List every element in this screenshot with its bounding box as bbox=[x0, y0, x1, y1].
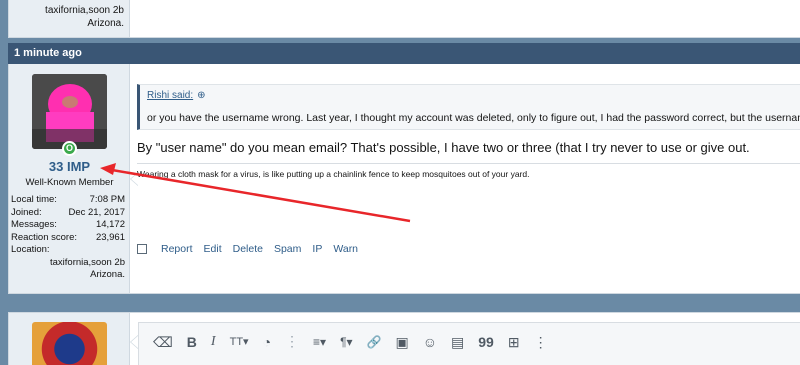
arrow-up-circle-icon[interactable]: ⊕ bbox=[197, 90, 205, 101]
reply-area: ⌫ B I TT▾ ◔ ⋮ ≡▾ ¶▾ 🔗 ▣ ☺ ▤ 99 ⊞ ⋮ bbox=[8, 312, 800, 365]
signature-divider bbox=[137, 163, 800, 164]
avatar bbox=[32, 322, 107, 365]
more-icon[interactable]: ⋮ bbox=[534, 334, 548, 350]
table-icon[interactable]: ⊞ bbox=[508, 334, 520, 350]
editor[interactable]: ⌫ B I TT▾ ◔ ⋮ ≡▾ ¶▾ 🔗 ▣ ☺ ▤ 99 ⊞ ⋮ bbox=[138, 322, 800, 365]
user-stats: Local time: 7:08 PM Joined: Dec 21, 2017… bbox=[11, 194, 125, 282]
italic-icon[interactable]: I bbox=[211, 334, 216, 350]
stat-local-time: Local time: 7:08 PM bbox=[11, 194, 125, 205]
location-line: taxifornia,soon 2b bbox=[45, 5, 124, 16]
username[interactable]: 33 IMP bbox=[9, 159, 130, 174]
reply-user-cell bbox=[9, 313, 130, 365]
paragraph-icon[interactable]: ¶▾ bbox=[340, 334, 352, 350]
media-icon[interactable]: ▤ bbox=[451, 334, 464, 350]
stat-reaction-score: Reaction score: 23,961 bbox=[11, 231, 125, 243]
select-checkbox[interactable] bbox=[137, 244, 147, 254]
more-icon[interactable]: ⋮ bbox=[285, 333, 299, 350]
stat-location-label: Location: bbox=[11, 244, 50, 255]
image-icon[interactable]: ▣ bbox=[395, 334, 408, 350]
link-icon[interactable]: 🔗 bbox=[367, 334, 382, 350]
online-status-icon: O bbox=[62, 141, 77, 156]
text-size-icon[interactable]: TT▾ bbox=[230, 334, 249, 350]
report-link[interactable]: Report bbox=[161, 243, 193, 255]
stat-messages: Messages: 14,172 bbox=[11, 219, 125, 230]
editor-toolbar: ⌫ B I TT▾ ◔ ⋮ ≡▾ ¶▾ 🔗 ▣ ☺ ▤ 99 ⊞ ⋮ bbox=[153, 333, 562, 350]
quote-text: or you have the username wrong. Last yea… bbox=[147, 112, 800, 124]
signature: Wearing a cloth mask for a virus, is lik… bbox=[137, 169, 530, 179]
post-time[interactable]: 1 minute ago bbox=[14, 47, 82, 59]
stat-location-value: Arizona. bbox=[90, 269, 125, 280]
palette-icon[interactable]: ◔ bbox=[263, 334, 271, 350]
avatar[interactable] bbox=[32, 74, 107, 149]
eraser-icon[interactable]: ⌫ bbox=[153, 334, 173, 350]
post-user-cell: O 33 IMP Well-Known Member Local time: 7… bbox=[9, 64, 130, 293]
post-message: By "user name" do you mean email? That's… bbox=[137, 140, 750, 155]
emoji-icon[interactable]: ☺ bbox=[423, 334, 437, 350]
post-timestamp-header[interactable]: 1 minute ago bbox=[8, 43, 800, 64]
delete-link[interactable]: Delete bbox=[233, 243, 263, 255]
user-title: Well-Known Member bbox=[25, 177, 114, 188]
reply-pointer bbox=[130, 335, 139, 349]
stat-joined: Joined: Dec 21, 2017 bbox=[11, 206, 125, 218]
location-line: Arizona. bbox=[87, 18, 124, 29]
quote-icon[interactable]: 99 bbox=[478, 334, 494, 350]
edit-link[interactable]: Edit bbox=[204, 243, 222, 255]
align-icon[interactable]: ≡▾ bbox=[313, 334, 326, 350]
quote-author-link[interactable]: Rishi said: ⊕ bbox=[147, 90, 206, 101]
previous-post-user-location: taxifornia,soon 2b Arizona. bbox=[9, 0, 130, 37]
post-actions: Report Edit Delete Spam IP Warn bbox=[137, 243, 369, 255]
previous-post: taxifornia,soon 2b Arizona. bbox=[8, 0, 800, 38]
stat-location-value: taxifornia,soon 2b bbox=[50, 256, 125, 268]
spam-link[interactable]: Spam bbox=[274, 243, 301, 255]
quote-block: Rishi said: ⊕ or you have the username wr… bbox=[137, 84, 800, 130]
warn-link[interactable]: Warn bbox=[333, 243, 358, 255]
bold-icon[interactable]: B bbox=[187, 334, 197, 350]
ip-link[interactable]: IP bbox=[312, 243, 322, 255]
